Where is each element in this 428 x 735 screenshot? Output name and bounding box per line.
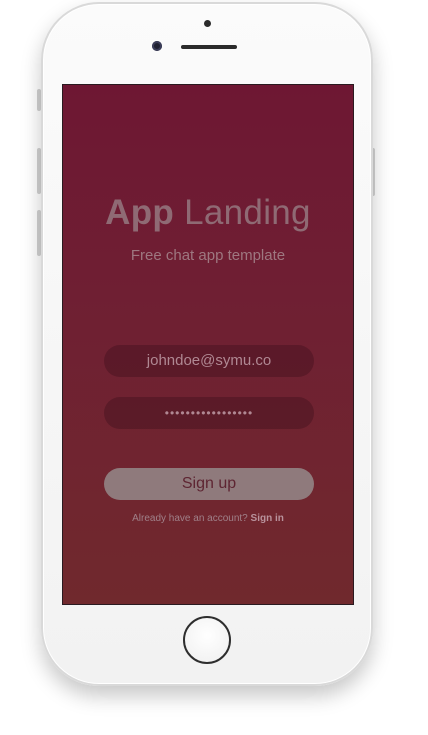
signup-button[interactable]: Sign up (104, 468, 314, 500)
front-camera-icon (152, 41, 162, 51)
app-title-bold: App (105, 193, 175, 232)
mockup-stage: App Landing Free chat app template johnd… (0, 0, 428, 735)
app-title: App Landing (63, 193, 353, 233)
proximity-sensor-icon (204, 20, 211, 27)
email-field[interactable]: johndoe@symu.co (104, 345, 314, 377)
home-button-icon[interactable] (183, 616, 231, 664)
signin-prompt: Already have an account? Sign in (63, 513, 353, 524)
phone-frame: App Landing Free chat app template johnd… (41, 2, 373, 686)
app-subtitle: Free chat app template (130, 247, 286, 264)
earpiece-speaker (181, 45, 237, 49)
signin-link[interactable]: Sign in (251, 513, 284, 524)
signin-prompt-text: Already have an account? (132, 513, 248, 524)
app-title-light: Landing (184, 193, 311, 232)
password-field[interactable]: ••••••••••••••••• (104, 397, 314, 429)
app-screen: App Landing Free chat app template johnd… (62, 84, 354, 605)
